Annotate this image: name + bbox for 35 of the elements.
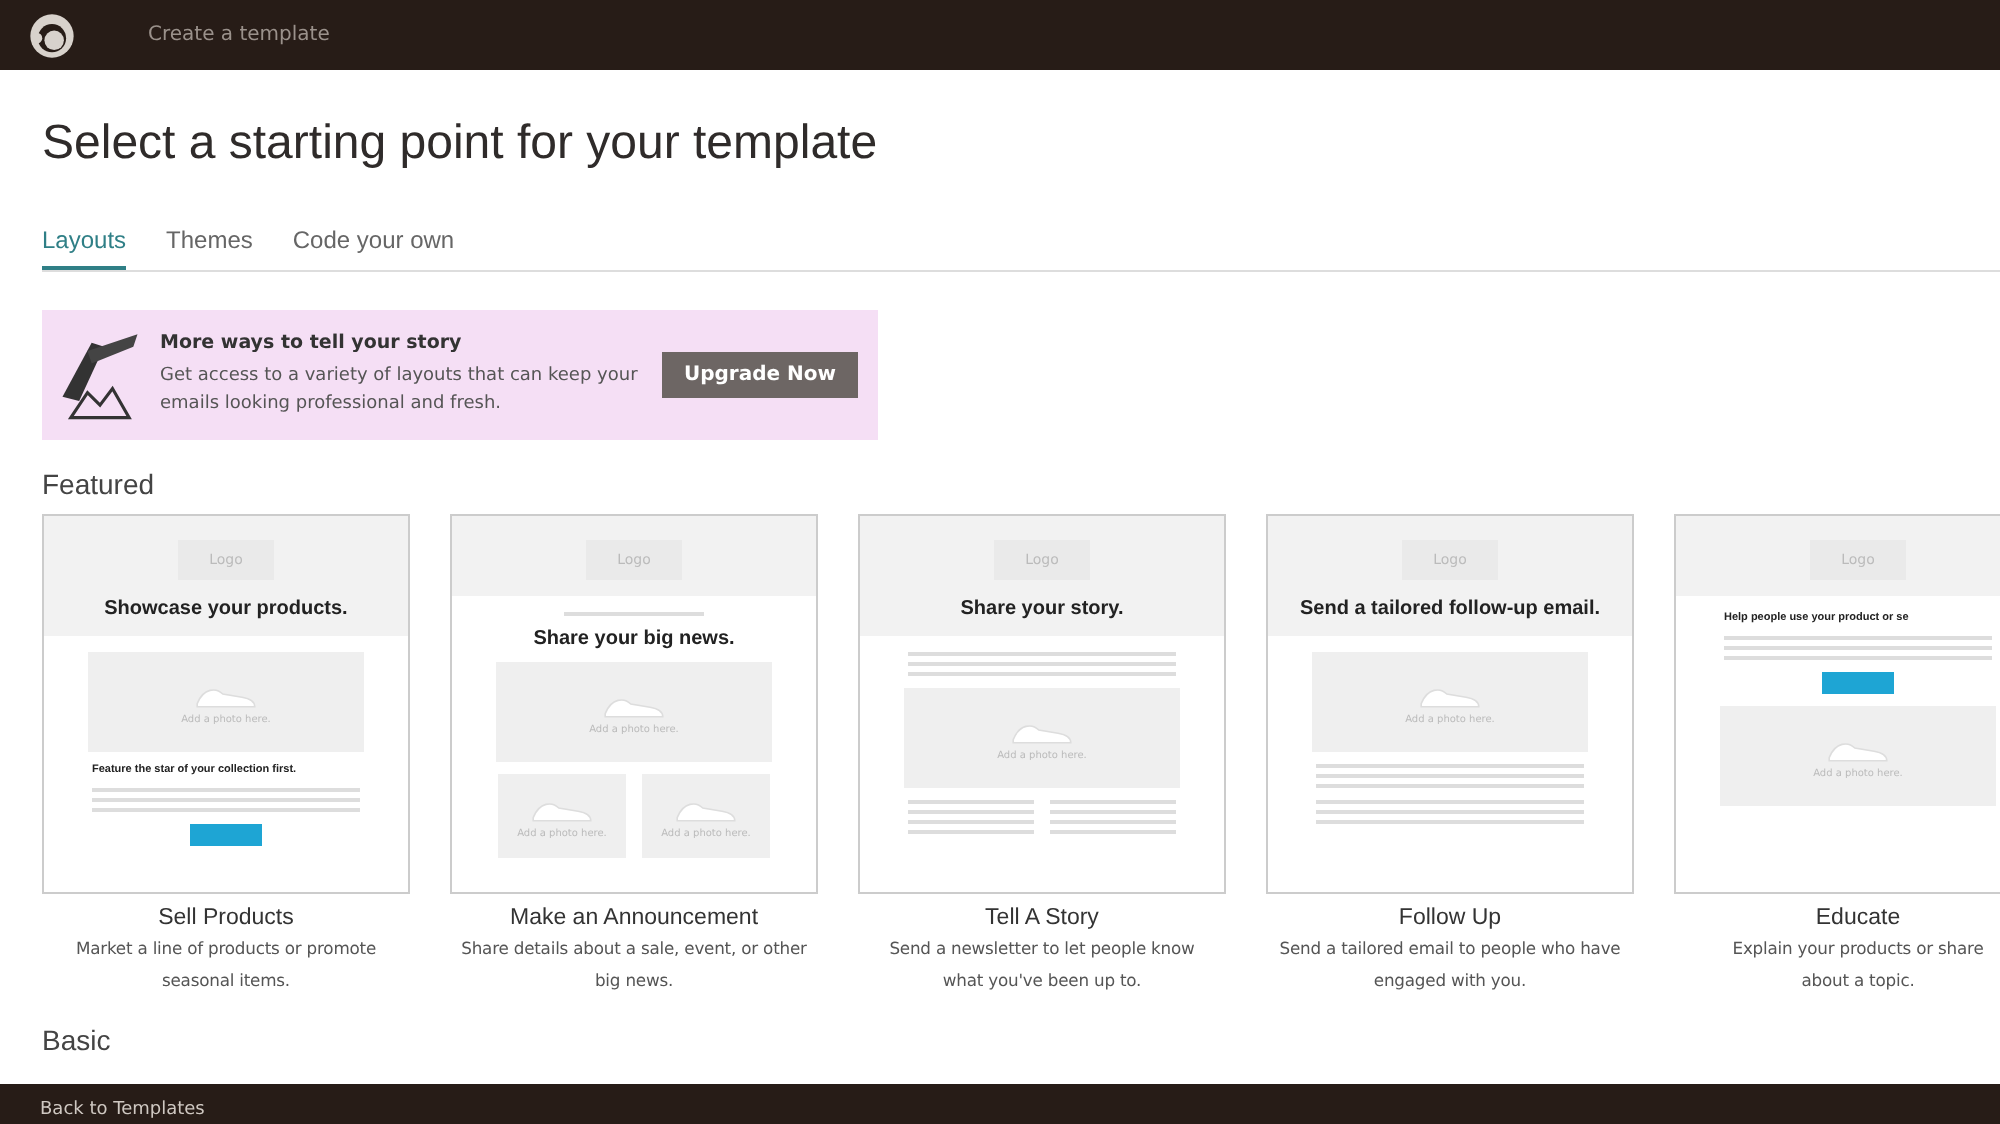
page-heading: Select a starting point for your template bbox=[42, 116, 880, 172]
upgrade-button[interactable]: Upgrade Now bbox=[661, 352, 858, 398]
text-lines-drawing bbox=[1050, 800, 1176, 834]
promo-title: More ways to tell your story bbox=[160, 332, 464, 354]
template-description: Share details about a sale, event, or other bbox=[459, 936, 809, 962]
promo-text: Get access to a variety of layouts that can keep your emails looking professional and fresh. bbox=[160, 364, 640, 418]
back-link[interactable]: Back to Templates bbox=[40, 1084, 205, 1124]
template-description: Market a line of products or promote bbox=[73, 936, 379, 962]
template-name: Tell A Story bbox=[983, 906, 1101, 930]
template-description: seasonal items. bbox=[159, 968, 292, 994]
tab[interactable]: Themes bbox=[166, 226, 253, 270]
tab[interactable]: Layouts bbox=[42, 226, 127, 270]
template-description: engaged with you. bbox=[1371, 968, 1529, 994]
template-description: what you've been up to. bbox=[940, 968, 1144, 994]
template-description: Explain your products or share bbox=[1730, 936, 1986, 962]
template-description: about a topic. bbox=[1799, 968, 1917, 994]
preview-button-drawing bbox=[1822, 672, 1894, 694]
preview-headline: Send a tailored follow-up email. bbox=[1299, 598, 1601, 620]
template-name: Educate bbox=[1813, 906, 1903, 930]
preview-headline: Share your story. bbox=[960, 598, 1124, 620]
preview-headline: Share your big news. bbox=[531, 628, 737, 650]
section-title: Featured bbox=[42, 468, 157, 500]
template-name: Follow Up bbox=[1396, 906, 1504, 930]
preview-headline: Showcase your products. bbox=[104, 598, 348, 620]
kicker-line-drawing bbox=[564, 612, 704, 616]
template-description: Send a tailored email to people who have bbox=[1277, 936, 1623, 962]
template-name: Make an Announcement bbox=[507, 906, 761, 930]
text-lines-drawing bbox=[908, 800, 1034, 834]
preview-button-drawing bbox=[190, 824, 262, 846]
template-description: Send a newsletter to let people know bbox=[887, 936, 1197, 962]
section-title: Basic bbox=[42, 1024, 113, 1056]
template-description: big news. bbox=[592, 968, 676, 994]
page-title: Create a template bbox=[148, 24, 330, 46]
tab[interactable]: Code your own bbox=[292, 226, 455, 270]
template-name: Sell Products bbox=[156, 906, 296, 930]
